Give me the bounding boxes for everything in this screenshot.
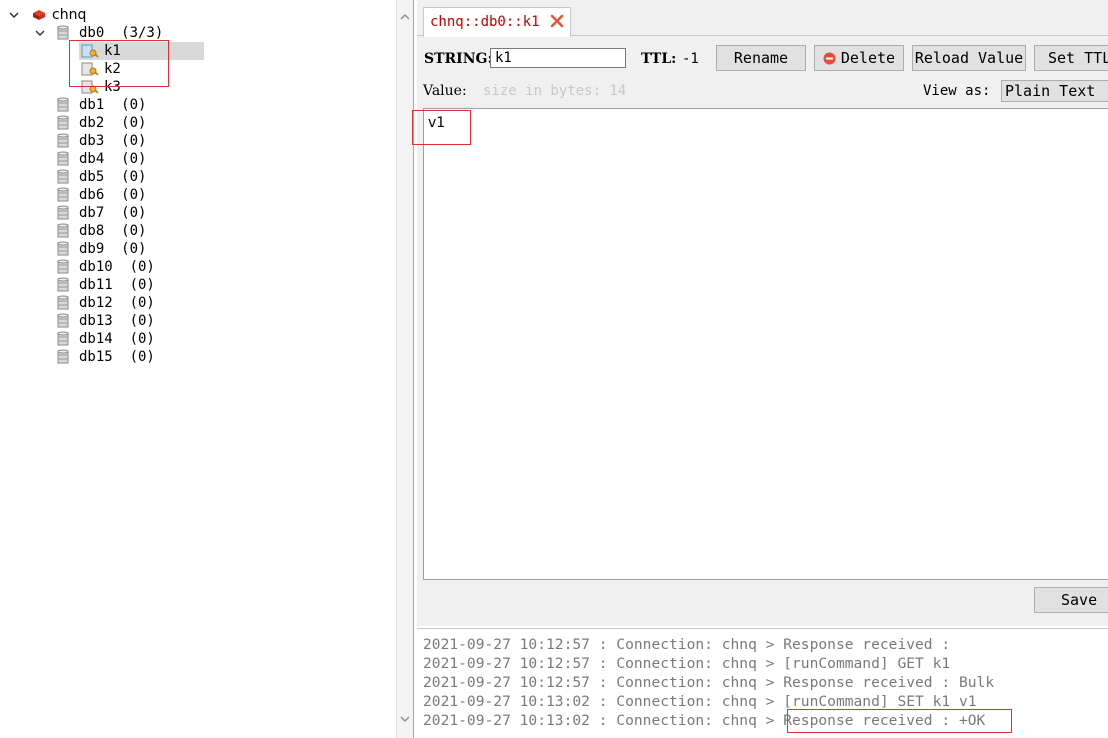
database-icon [57, 115, 69, 130]
key-name-input[interactable]: k1 [490, 48, 626, 68]
db-label: db11 (0) [79, 277, 155, 293]
database-icon [57, 331, 69, 346]
key-editor-panel: chnq::db0::k1 STRING: k1 TTL: -1 Rename … [412, 0, 1108, 626]
scroll-up-icon[interactable] [400, 12, 410, 22]
database-icon [57, 151, 69, 166]
chevron-down-icon[interactable] [34, 27, 46, 39]
ttl-value: -1 [682, 51, 699, 67]
ttl-label: TTL: [641, 51, 677, 67]
highlight-box [787, 709, 1012, 733]
db-label: db13 (0) [79, 313, 155, 329]
log-panel: 2021-09-27 10:12:57 : Connection: chnq >… [417, 628, 1108, 738]
chevron-down-icon[interactable] [8, 9, 20, 21]
tree-db-row[interactable]: db4 (0) [56, 150, 256, 168]
redis-server-icon [33, 10, 45, 20]
database-icon [57, 313, 69, 328]
tree-db-row[interactable]: db2 (0) [56, 114, 256, 132]
highlight-box [69, 40, 169, 87]
delete-button[interactable]: Delete [814, 45, 904, 71]
tree-db-row[interactable]: db9 (0) [56, 240, 256, 258]
database-icon [57, 205, 69, 220]
tree-db-row[interactable]: db8 (0) [56, 222, 256, 240]
tree-db-row[interactable]: db12 (0) [56, 294, 256, 312]
db-label: db7 (0) [79, 205, 147, 221]
db-label: db5 (0) [79, 169, 147, 185]
rename-button[interactable]: Rename [716, 45, 806, 71]
reload-value-button[interactable]: Reload Value [912, 45, 1026, 71]
save-button[interactable]: Save [1034, 587, 1108, 613]
tab-key-editor[interactable]: chnq::db0::k1 [423, 7, 571, 37]
delete-icon [823, 52, 836, 65]
log-line: 2021-09-27 10:12:57 : Connection: chnq >… [423, 655, 951, 672]
database-icon [57, 349, 69, 364]
value-size-hint: size in bytes: 14 [483, 83, 627, 99]
db-label: db9 (0) [79, 241, 147, 257]
tree-db-row[interactable]: db15 (0) [56, 348, 256, 366]
close-icon[interactable] [550, 14, 564, 28]
tree-db-row[interactable]: db11 (0) [56, 276, 256, 294]
database-icon [57, 295, 69, 310]
tree-db-row[interactable]: db7 (0) [56, 204, 256, 222]
db-label: db1 (0) [79, 97, 147, 113]
tree-db-row[interactable]: db10 (0) [56, 258, 256, 276]
tree-db-row[interactable]: db5 (0) [56, 168, 256, 186]
tree-db-row[interactable]: db13 (0) [56, 312, 256, 330]
value-textarea[interactable]: v1 [423, 108, 1108, 580]
database-icon [57, 259, 69, 274]
tree-server-row[interactable]: chnq [8, 6, 308, 24]
log-line: 2021-09-27 10:12:57 : Connection: chnq >… [423, 636, 951, 653]
database-icon [57, 133, 69, 148]
view-as-label: View as: [923, 83, 991, 99]
db-label: db2 (0) [79, 115, 147, 131]
scroll-down-icon[interactable] [400, 714, 410, 724]
database-icon [57, 25, 69, 40]
tab-strip: chnq::db0::k1 [417, 0, 1108, 37]
database-icon [57, 187, 69, 202]
type-label: STRING: [424, 51, 493, 67]
delete-label: Delete [840, 49, 896, 67]
tree-db-row[interactable]: db6 (0) [56, 186, 256, 204]
db-label: db8 (0) [79, 223, 147, 239]
database-icon [57, 277, 69, 292]
tree-db-row[interactable]: db3 (0) [56, 132, 256, 150]
tree-db-row[interactable]: db1 (0) [56, 96, 256, 114]
database-icon [57, 169, 69, 184]
highlight-box [412, 110, 471, 145]
db-label: db6 (0) [79, 187, 147, 203]
tree-scrollbar[interactable] [396, 0, 413, 738]
db-label: db15 (0) [79, 349, 155, 365]
database-icon [57, 97, 69, 112]
server-name: chnq [52, 7, 87, 23]
value-label: Value: [423, 83, 467, 99]
database-icon [57, 223, 69, 238]
db-label: db10 (0) [79, 259, 155, 275]
log-line: 2021-09-27 10:12:57 : Connection: chnq >… [423, 674, 995, 691]
db-label: db12 (0) [79, 295, 155, 311]
connection-tree-panel: chnq db0 (3/3) k1 k2 k3 db1 (0) db2 (0) db… [0, 0, 414, 738]
database-icon [57, 241, 69, 256]
db-label: db14 (0) [79, 331, 155, 347]
view-as-select[interactable]: Plain Text [1001, 80, 1108, 102]
db-label: db3 (0) [79, 133, 147, 149]
tab-title: chnq::db0::k1 [430, 14, 540, 30]
tree-db-row[interactable]: db14 (0) [56, 330, 256, 348]
set-ttl-button[interactable]: Set TTL [1034, 45, 1108, 71]
db-label: db4 (0) [79, 151, 147, 167]
